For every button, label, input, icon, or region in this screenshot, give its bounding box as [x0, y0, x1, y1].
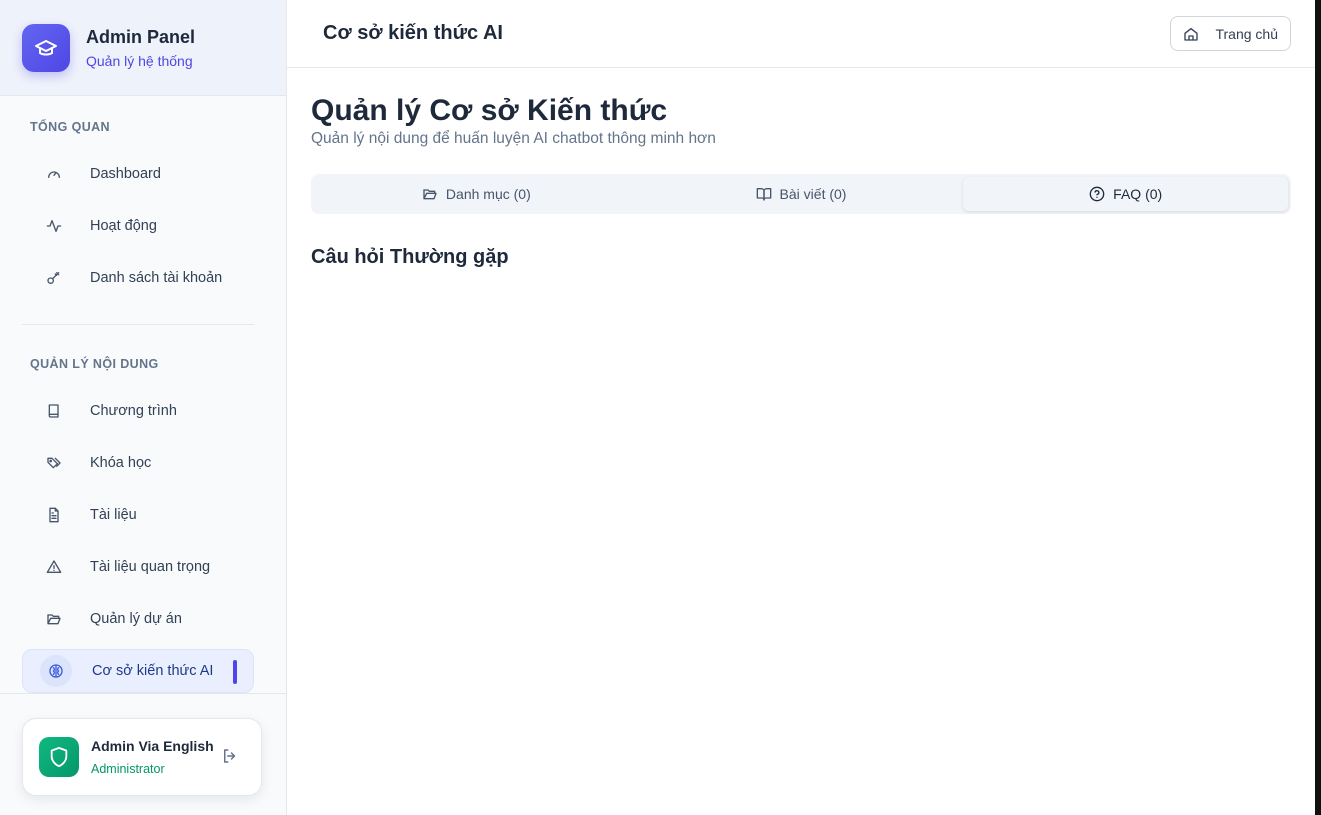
folder-open-icon	[42, 607, 66, 631]
sidebar-item-label: Cơ sở kiến thức AI	[92, 663, 214, 679]
sidebar-divider	[22, 324, 254, 325]
section-title: Câu hỏi Thường gặp	[311, 246, 509, 268]
home-icon	[1183, 26, 1199, 42]
home-button[interactable]: Trang chủ	[1170, 16, 1291, 51]
sidebar-item-label: Dashboard	[90, 166, 161, 182]
gauge-icon	[42, 162, 66, 186]
logout-icon[interactable]	[221, 747, 239, 770]
page-title: Quản lý Cơ sở Kiến thức	[311, 94, 668, 127]
brand-subtitle: Quản lý hệ thống	[86, 52, 193, 69]
folder-open-icon	[422, 186, 438, 202]
sidebar-item-label: Hoạt động	[90, 218, 157, 234]
brand-title: Admin Panel	[86, 26, 196, 47]
sidebar-item-dashboard[interactable]: Dashboard	[22, 152, 254, 196]
sidebar-footer-divider	[0, 693, 287, 694]
tags-icon	[42, 451, 66, 475]
sidebar-item-documents[interactable]: Tài liệu	[22, 493, 254, 537]
sidebar-item-programs[interactable]: Chương trình	[22, 389, 254, 433]
book-icon	[42, 399, 66, 423]
sidebar-item-label: Khóa học	[90, 455, 152, 471]
section-label-content: QUẢN LÝ NỘI DUNG	[30, 357, 159, 371]
tab-faq[interactable]: FAQ (0)	[963, 177, 1289, 211]
file-text-icon	[42, 503, 66, 527]
sidebar-item-accounts[interactable]: Danh sách tài khoản	[22, 256, 254, 300]
help-circle-icon	[1089, 186, 1105, 202]
sidebar-item-projects[interactable]: Quản lý dự án	[22, 597, 254, 641]
window-edge	[1315, 0, 1321, 815]
brain-icon	[40, 655, 72, 687]
book-open-icon	[756, 186, 772, 202]
main-content: Cơ sở kiến thức AI Trang chủ Quản lý Cơ …	[287, 0, 1315, 815]
sidebar: Admin Panel Quản lý hệ thống TỔNG QUAN D…	[0, 0, 287, 815]
topbar-title: Cơ sở kiến thức AI	[323, 22, 503, 44]
alert-triangle-icon	[42, 555, 66, 579]
sidebar-item-label: Quản lý dự án	[90, 611, 182, 627]
brand-header: Admin Panel Quản lý hệ thống	[0, 0, 286, 96]
activity-icon	[42, 214, 66, 238]
graduation-cap-icon	[22, 23, 70, 72]
sidebar-item-activity[interactable]: Hoạt động	[22, 204, 254, 248]
tab-label: Danh mục (0)	[445, 186, 531, 202]
home-button-label: Trang chủ	[1215, 25, 1278, 42]
tab-list: Danh mục (0) Bài viết (0) FAQ (0)	[311, 174, 1291, 214]
topbar: Cơ sở kiến thức AI Trang chủ	[287, 0, 1315, 68]
sidebar-item-important-documents[interactable]: Tài liệu quan trọng	[22, 545, 254, 589]
user-card: Admin Via English Administrator	[22, 718, 262, 796]
section-label-overview: TỔNG QUAN	[30, 120, 110, 134]
user-role: Administrator	[91, 762, 165, 776]
sidebar-item-label: Tài liệu quan trọng	[90, 559, 211, 575]
key-icon	[42, 266, 66, 290]
sidebar-item-ai-knowledge-base[interactable]: Cơ sở kiến thức AI	[22, 649, 254, 693]
sidebar-item-label: Chương trình	[90, 403, 177, 419]
tab-label: FAQ (0)	[1113, 186, 1163, 202]
page-subtitle: Quản lý nội dung để huấn luyện AI chatbo…	[311, 130, 716, 147]
sidebar-item-label: Danh sách tài khoản	[90, 270, 223, 286]
sidebar-item-label: Tài liệu	[90, 507, 137, 523]
tab-label: Bài viết (0)	[779, 186, 847, 202]
sidebar-item-courses[interactable]: Khóa học	[22, 441, 254, 485]
tab-categories[interactable]: Danh mục (0)	[314, 177, 639, 211]
tab-articles[interactable]: Bài viết (0)	[639, 177, 964, 211]
user-name: Admin Via English	[91, 738, 214, 754]
active-indicator	[233, 660, 237, 684]
shield-icon	[39, 737, 79, 777]
